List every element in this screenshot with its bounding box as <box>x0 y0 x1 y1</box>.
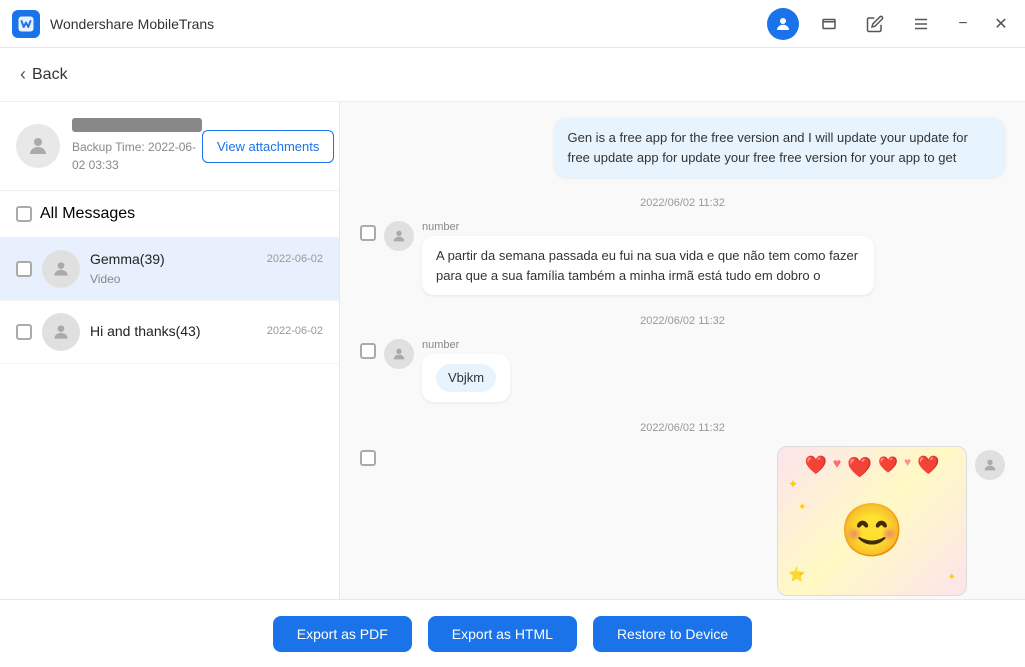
received-content-1: number A partir da semana passada eu fui… <box>422 221 874 295</box>
msg-avatar-2 <box>384 339 414 369</box>
conv-name-2: Hi and thanks(43) <box>90 323 201 339</box>
content-area: Backup Time: 2022-06-02 03:33 View attac… <box>0 102 1025 599</box>
message-block-3: number Vbjkm <box>360 339 1005 402</box>
received-bubble-2: Vbjkm <box>422 354 510 402</box>
menu-icon[interactable] <box>905 8 937 40</box>
conv-checkbox-1[interactable] <box>16 261 32 277</box>
edit-icon[interactable] <box>859 8 891 40</box>
sender-name-2: number <box>422 339 510 351</box>
conv-body-1: Gemma(39) 2022-06-02 Video <box>90 251 323 288</box>
contact-details: Backup Time: 2022-06-02 03:33 <box>72 118 202 174</box>
conv-header-1: Gemma(39) 2022-06-02 <box>90 251 323 267</box>
avatar-icon <box>26 134 50 158</box>
contact-name-bar <box>72 118 202 132</box>
conv-avatar-2 <box>42 313 80 351</box>
conv-body-2: Hi and thanks(43) 2022-06-02 <box>90 323 323 342</box>
timestamp-2: 2022/06/02 11:32 <box>360 315 1005 327</box>
backup-time: Backup Time: 2022-06-02 03:33 <box>72 140 196 172</box>
export-pdf-button[interactable]: Export as PDF <box>273 616 412 652</box>
sent-message-content-1: Gen is a free app for the free version a… <box>554 118 1006 177</box>
conversation-item-gemma[interactable]: Gemma(39) 2022-06-02 Video <box>0 238 339 301</box>
sent-bubble-1: Gen is a free app for the free version a… <box>554 118 1006 177</box>
titlebar: Wondershare MobileTrans − ✕ <box>0 0 1025 48</box>
conv-avatar-1 <box>42 250 80 288</box>
msg-person-icon-3 <box>982 457 998 473</box>
conv-name-1: Gemma(39) <box>90 251 165 267</box>
bottom-bar: Export as PDF Export as HTML Restore to … <box>0 599 1025 667</box>
sender-name-1: number <box>422 221 874 233</box>
conversation-list: Gemma(39) 2022-06-02 Video <box>0 238 339 599</box>
minimize-button[interactable]: − <box>951 12 975 36</box>
back-label: Back <box>32 66 68 84</box>
msg-avatar-3 <box>975 450 1005 480</box>
received-bubble-1: A partir da semana passada eu fui na sua… <box>422 236 874 295</box>
received-row-1: number A partir da semana passada eu fui… <box>360 221 1005 295</box>
window-icon[interactable] <box>813 8 845 40</box>
conversation-item-hi-thanks[interactable]: Hi and thanks(43) 2022-06-02 <box>0 301 339 364</box>
received-row-2: number Vbjkm <box>360 339 1005 402</box>
message-checkbox-2[interactable] <box>360 343 376 359</box>
account-icon[interactable] <box>767 8 799 40</box>
conv-checkbox-2[interactable] <box>16 324 32 340</box>
message-block-2: number A partir da semana passada eu fui… <box>360 221 1005 295</box>
contact-header: Backup Time: 2022-06-02 03:33 View attac… <box>0 102 339 191</box>
message-checkbox-1[interactable] <box>360 225 376 241</box>
msg-person-icon-1 <box>391 228 407 244</box>
vbjkm-text: Vbjkm <box>436 364 496 392</box>
app-title: Wondershare MobileTrans <box>50 16 767 32</box>
app-logo <box>12 10 40 38</box>
msg-avatar-1 <box>384 221 414 251</box>
back-button[interactable]: ‹ Back <box>20 64 68 85</box>
right-panel: Gen is a free app for the free version a… <box>340 102 1025 599</box>
messages-area: Gen is a free app for the free version a… <box>340 102 1025 599</box>
timestamp-1: 2022/06/02 11:32 <box>360 197 1005 209</box>
message-block-4: ❤️ ♥ ❤️ ❤️ ♥ ❤️ 😊 <box>360 446 1005 596</box>
view-attachments-button[interactable]: View attachments <box>202 130 334 163</box>
message-checkbox-3[interactable] <box>360 450 376 466</box>
export-html-button[interactable]: Export as HTML <box>428 616 577 652</box>
image-row: ❤️ ♥ ❤️ ❤️ ♥ ❤️ 😊 <box>360 446 1005 596</box>
titlebar-controls: − ✕ <box>767 8 1013 40</box>
all-messages-label: All Messages <box>40 205 135 223</box>
contact-info: Backup Time: 2022-06-02 03:33 <box>16 118 202 174</box>
conv-avatar-icon-2 <box>51 322 71 342</box>
close-button[interactable]: ✕ <box>989 12 1013 36</box>
conv-date-2: 2022-06-02 <box>267 325 323 337</box>
message-block-1: Gen is a free app for the free version a… <box>360 118 1005 177</box>
back-header: ‹ Back <box>0 48 1025 102</box>
main-content: ‹ Back Backup Time: <box>0 48 1025 667</box>
received-content-2: number Vbjkm <box>422 339 510 402</box>
conv-avatar-icon-1 <box>51 259 71 279</box>
contact-avatar <box>16 124 60 168</box>
all-messages-row: All Messages <box>0 191 339 238</box>
restore-to-device-button[interactable]: Restore to Device <box>593 616 752 652</box>
logo-icon <box>17 15 35 33</box>
timestamp-3: 2022/06/02 11:32 <box>360 422 1005 434</box>
conv-header-2: Hi and thanks(43) 2022-06-02 <box>90 323 323 339</box>
image-message: ❤️ ♥ ❤️ ❤️ ♥ ❤️ 😊 <box>777 446 967 596</box>
conv-date-1: 2022-06-02 <box>267 253 323 265</box>
sent-message-1: Gen is a free app for the free version a… <box>360 118 1005 177</box>
left-panel: Backup Time: 2022-06-02 03:33 View attac… <box>0 102 340 599</box>
conv-preview-1: Video <box>90 272 120 286</box>
back-arrow-icon: ‹ <box>20 64 26 85</box>
person-icon <box>774 15 792 33</box>
msg-person-icon-2 <box>391 346 407 362</box>
all-messages-checkbox[interactable] <box>16 206 32 222</box>
image-content-wrapper: ❤️ ♥ ❤️ ❤️ ♥ ❤️ 😊 <box>384 446 1005 596</box>
